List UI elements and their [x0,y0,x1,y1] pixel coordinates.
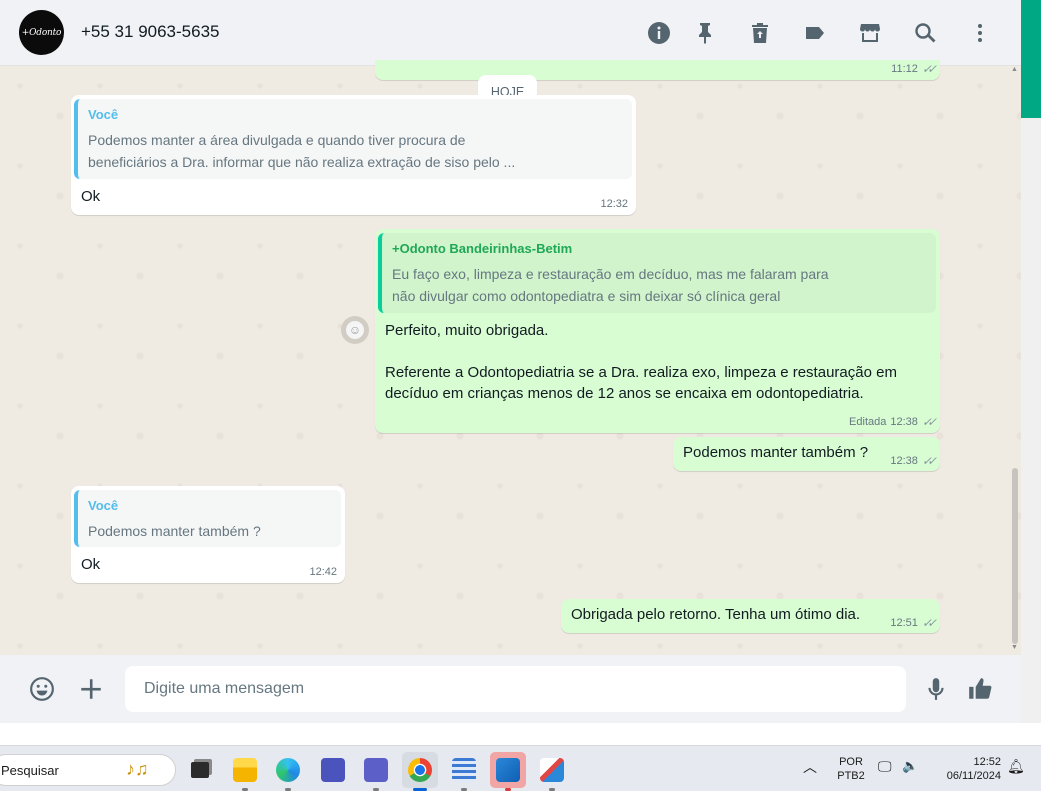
quote-text: Podemos manter a área divulgada e quando… [88,132,516,170]
folder-icon [233,758,257,782]
message-text: Podemos manter também ? [683,444,869,461]
message-text: Obrigada pelo retorno. Tenha um ótimo di… [571,606,861,623]
search-highlight-icon: ♪♫ [126,759,149,779]
message-time: 12:32 [600,198,628,210]
read-ticks-icon: ✓✓ [921,616,937,630]
background-window-accent [1021,0,1041,118]
teams-work-icon [321,758,345,782]
message-composer [0,655,1021,723]
language-code: POR [839,756,863,768]
quote-text: Podemos manter também ? [88,523,261,539]
contact-name[interactable]: +55 31 9063-5635 [81,22,220,42]
message-meta: 11:12 ✓✓ [891,62,937,76]
message-time: 12:51 [890,617,918,629]
message-time: 11:12 [891,63,918,75]
chevron-up-icon[interactable]: ︿ [803,760,817,774]
keyboard-layout: PTB2 [837,770,865,782]
snipping-tool-button[interactable] [534,752,570,791]
message-meta: 12:32 [600,198,628,210]
outgoing-message-bubble[interactable]: +Odonto Bandeirinhas-Betim Eu faço exo, … [375,229,940,433]
notification-bell-icon[interactable]: 🔔︎ [1007,759,1025,773]
read-ticks-icon: ✓✓ [921,62,937,76]
notepad-icon [452,758,476,782]
message-meta: 12:51 ✓✓ [890,616,937,630]
photos-icon [496,758,520,782]
message-text: Perfeito, muito obrigada. Referente a Od… [385,322,897,402]
quoted-message[interactable]: Você Podemos manter a área divulgada e q… [74,99,632,179]
taskbar-search-box[interactable]: Pesquisar ♪♫ [0,754,176,786]
background-window-edge [1021,0,1041,745]
info-icon[interactable] [646,20,672,46]
teams-icon [364,758,388,782]
photos-button[interactable] [490,752,526,791]
teams-button[interactable] [358,752,394,791]
delete-icon[interactable] [747,20,773,46]
store-icon[interactable] [857,20,883,46]
contact-avatar[interactable]: +Odonto [19,10,64,55]
message-meta: Editada 12:38 ✓✓ [849,415,937,429]
label-icon[interactable] [802,20,828,46]
scroll-up-arrow-icon[interactable]: ▲ [1011,66,1018,73]
desktop-gap [0,723,1041,745]
clock[interactable]: 12:52 06/11/2024 [933,755,1003,783]
react-emoji-button[interactable]: ☺ [341,316,369,344]
quote-text: Eu faço exo, limpeza e restauração em de… [392,266,829,304]
message-meta: 12:38 ✓✓ [890,454,937,468]
incoming-message-bubble[interactable]: Você Podemos manter a área divulgada e q… [71,95,636,215]
language-indicator[interactable]: POR PTB2 [834,755,868,783]
whatsapp-window: +Odonto +55 31 9063-5635 11:12 ✓✓ HOJE V… [0,0,1021,723]
task-view-icon [191,762,209,778]
teams-work-button[interactable] [315,752,351,788]
chat-header: +Odonto +55 31 9063-5635 [0,0,1021,66]
outgoing-message-bubble[interactable]: Podemos manter também ? 12:38 ✓✓ [673,437,940,471]
message-time: 12:38 [890,455,918,467]
read-ticks-icon: ✓✓ [921,454,937,468]
chrome-icon [408,758,432,782]
windows-taskbar: Pesquisar ♪♫ ︿ POR PTB2 🖵 🔈 12:52 06/11/… [0,745,1041,791]
microphone-icon[interactable] [921,674,951,704]
quote-author: +Odonto Bandeirinhas-Betim [392,241,573,256]
smiley-icon: ☺ [346,321,364,339]
search-icon[interactable] [912,20,938,46]
network-icon[interactable]: 🖵 [878,759,892,773]
message-meta: 12:42 [309,566,337,578]
quoted-message[interactable]: +Odonto Bandeirinhas-Betim Eu faço exo, … [378,233,936,313]
quote-author: Você [88,498,119,513]
read-ticks-icon: ✓✓ [921,415,937,429]
emoji-icon[interactable] [27,674,57,704]
plus-icon[interactable] [76,674,106,704]
taskbar-search-label: Pesquisar [1,763,59,778]
thumbs-up-icon[interactable] [965,674,995,704]
snipping-tool-icon [540,758,564,782]
more-vertical-icon[interactable] [967,20,993,46]
volume-icon[interactable]: 🔈 [902,759,918,773]
chrome-button[interactable] [402,752,438,791]
message-input[interactable] [125,666,906,712]
clock-time: 12:52 [973,756,1001,768]
task-view-button[interactable] [182,752,218,788]
clock-date: 06/11/2024 [946,770,1001,782]
quoted-message[interactable]: Você Podemos manter também ? [74,490,341,547]
previous-message-bubble[interactable]: 11:12 ✓✓ [375,60,940,80]
quote-author: Você [88,107,119,122]
notepad-button[interactable] [446,752,482,791]
message-text: Ok [81,556,101,573]
pin-icon[interactable] [692,20,718,46]
chat-scrollbar-thumb[interactable] [1012,468,1018,644]
message-time: 12:38 [890,416,918,428]
edge-icon [276,758,300,782]
file-explorer-button[interactable] [227,752,263,791]
avatar-logo-text: +Odonto [21,27,62,38]
incoming-message-bubble[interactable]: Você Podemos manter também ? Ok 12:42 [71,486,345,583]
outgoing-message-bubble[interactable]: Obrigada pelo retorno. Tenha um ótimo di… [561,599,940,633]
edge-button[interactable] [270,752,306,791]
scroll-down-arrow-icon[interactable]: ▼ [1011,644,1018,651]
message-text: Ok [81,188,101,205]
message-time: 12:42 [309,566,337,578]
edited-label: Editada [849,416,887,428]
